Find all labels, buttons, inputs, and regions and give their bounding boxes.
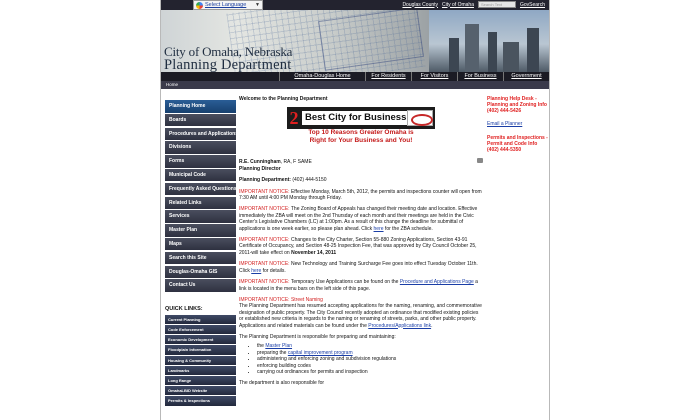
sidebar-item-boards[interactable]: Boards bbox=[165, 113, 236, 127]
responsibilities-list: the Master Plan preparing the capital im… bbox=[239, 343, 483, 375]
notice-text-end: for the ZBA schedule. bbox=[383, 225, 433, 232]
ad-header: 2 Best City for Business bbox=[287, 107, 435, 130]
quick-link-current-planning[interactable]: Current Planning bbox=[165, 314, 236, 325]
skyline-building bbox=[449, 38, 459, 72]
language-selector[interactable]: Select Language ▼ bbox=[193, 0, 263, 10]
language-label: Select Language bbox=[205, 2, 247, 8]
zba-schedule-link[interactable]: here bbox=[374, 226, 384, 232]
sidebar-item-maps[interactable]: Maps bbox=[165, 237, 236, 251]
responsibilities-intro: The Planning Department is responsible f… bbox=[239, 333, 396, 340]
sidebar-item-procedures[interactable]: Procedures and Applications bbox=[165, 127, 236, 141]
director-signature: R.E. Cunningham, RA, F SAME Planning Dir… bbox=[239, 159, 483, 172]
sidebar-item-contact-us[interactable]: Contact Us bbox=[165, 279, 236, 292]
notice-label: IMPORTANT NOTICE: bbox=[239, 237, 290, 244]
douglas-county-link[interactable]: Douglas County bbox=[402, 2, 438, 8]
main-nav: Omaha-Douglas Home For Residents For Vis… bbox=[161, 72, 549, 81]
quick-link-floodplain[interactable]: Floodplain Information bbox=[165, 345, 236, 355]
notice-zba: IMPORTANT NOTICE: The Zoning Board of Ap… bbox=[239, 206, 483, 232]
quick-link-permits[interactable]: Permits & Inspections bbox=[165, 396, 236, 406]
notice-counter-hours: IMPORTANT NOTICE: Effective Monday, Marc… bbox=[239, 189, 483, 202]
quick-link-omahalbid[interactable]: OmahaLBID Website bbox=[165, 386, 236, 396]
ad-subline-2: Right for Your Business and You! bbox=[309, 137, 413, 145]
department-phone: Planning Department: (402) 444-5150 bbox=[239, 177, 483, 183]
notice-label: IMPORTANT NOTICE: bbox=[239, 206, 290, 213]
sidebar-item-faq[interactable]: Frequently Asked Questions bbox=[165, 182, 236, 196]
nav-omaha-douglas-home[interactable]: Omaha-Douglas Home bbox=[279, 72, 365, 81]
permits-info: Permits and Inspections - Permit and Cod… bbox=[487, 134, 548, 154]
ad-headline: Best City for Business bbox=[302, 111, 410, 126]
skyline-building bbox=[527, 28, 539, 72]
breadcrumb-home[interactable]: Home bbox=[166, 82, 178, 87]
notice-city-charter: IMPORTANT NOTICE: Changes to the City Ch… bbox=[239, 237, 483, 256]
right-column: Planning Help Desk - Planning and Zoning… bbox=[487, 96, 549, 153]
sidebar-item-divisions[interactable]: Divisions bbox=[165, 141, 236, 154]
notice-text-end: for details. bbox=[261, 267, 286, 274]
google-translate-icon bbox=[196, 1, 203, 9]
chevron-down-icon: ▼ bbox=[255, 2, 260, 8]
nav-for-business[interactable]: For Business bbox=[457, 72, 503, 81]
sidebar-item-services[interactable]: Services bbox=[165, 210, 236, 223]
page-title: Welcome to the Planning Department bbox=[239, 96, 328, 102]
procedures-applications-link[interactable]: Procedure and Applications Page bbox=[400, 279, 474, 285]
notice-effective-date: November 14, 2011 bbox=[291, 249, 337, 256]
main-content: Welcome to the Planning Department 2 Bes… bbox=[239, 96, 483, 387]
page-container: Select Language ▼ Douglas County City of… bbox=[160, 0, 550, 420]
skyline-building bbox=[503, 42, 519, 72]
sidebar-item-search-site[interactable]: Search this Site bbox=[165, 251, 236, 265]
notice-label: IMPORTANT NOTICE: bbox=[239, 188, 290, 195]
quick-link-long-range[interactable]: Long Range bbox=[165, 375, 236, 386]
director-credentials: , RA, F SAME bbox=[280, 159, 312, 166]
help-desk-info: Planning Help Desk - Planning and Zoning… bbox=[487, 96, 547, 115]
quick-links-heading: QUICK LINKS: bbox=[165, 305, 203, 312]
breadcrumb: Home bbox=[161, 81, 549, 89]
header-banner: City of Omaha, Nebraska Planning Departm… bbox=[161, 10, 549, 72]
notice-temporary-use: IMPORTANT NOTICE: Temporary Use Applicat… bbox=[239, 279, 483, 292]
quick-link-landmarks[interactable]: Landmarks bbox=[165, 365, 236, 375]
sidebar: Planning Home Boards Procedures and Appl… bbox=[165, 100, 236, 407]
site-subtitle: Planning Department bbox=[164, 57, 292, 72]
director-title: Planning Director bbox=[239, 165, 281, 172]
quick-link-economic-development[interactable]: Economic Development bbox=[165, 335, 236, 345]
print-icon[interactable] bbox=[477, 158, 483, 163]
sidebar-item-forms[interactable]: Forms bbox=[165, 155, 236, 168]
ad-subline-1: Top 10 Reasons Greater Omaha is bbox=[308, 129, 414, 137]
procedures-applications-link-2[interactable]: Procedures/Applications link bbox=[368, 323, 431, 329]
phone-number: (402) 444-5150 bbox=[290, 177, 327, 184]
nav-for-visitors[interactable]: For Visitors bbox=[411, 72, 457, 81]
top-bar: Select Language ▼ Douglas County City of… bbox=[161, 0, 549, 10]
notice-label: IMPORTANT NOTICE: bbox=[239, 279, 290, 286]
notice-text: The Planning Department has resumed acce… bbox=[239, 303, 482, 329]
city-of-omaha-link[interactable]: City of Omaha bbox=[442, 2, 474, 8]
search-input[interactable]: Search Text bbox=[477, 1, 516, 8]
govsearch-button[interactable]: GovSearch bbox=[520, 2, 545, 8]
department-responsibilities-footer: The department is also responsible for bbox=[239, 380, 325, 387]
sidebar-item-planning-home[interactable]: Planning Home bbox=[165, 100, 236, 113]
surcharge-details-link[interactable]: here bbox=[251, 268, 261, 274]
notice-label: IMPORTANT NOTICE: bbox=[239, 261, 290, 268]
sidebar-item-master-plan[interactable]: Master Plan bbox=[165, 224, 236, 237]
top-links: Douglas County City of Omaha Search Text… bbox=[402, 1, 545, 8]
quick-link-housing[interactable]: Housing & Community bbox=[165, 355, 236, 365]
sidebar-item-gis[interactable]: Douglas-Omaha GIS bbox=[165, 265, 236, 279]
skyline-building bbox=[465, 24, 479, 72]
list-item: carrying out ordinances for permits and … bbox=[257, 369, 483, 375]
best-city-ad-banner[interactable]: 2 Best City for Business Top 10 Reasons … bbox=[287, 107, 435, 145]
master-plan-link[interactable]: Master Plan bbox=[265, 343, 292, 349]
nav-government[interactable]: Government bbox=[503, 72, 549, 81]
sidebar-item-related-links[interactable]: Related Links bbox=[165, 196, 236, 210]
notice-street-naming: IMPORTANT NOTICE: Street Naming The Plan… bbox=[239, 296, 482, 329]
notice-text: Temporary Use Applications can be found … bbox=[289, 279, 400, 286]
notice-surcharge: IMPORTANT NOTICE: New Technology and Tra… bbox=[239, 261, 483, 274]
director-name: R.E. Cunningham bbox=[239, 159, 281, 166]
notice-heading: IMPORTANT NOTICE: Street Naming bbox=[239, 296, 323, 303]
sidebar-item-municipal-code[interactable]: Municipal Code bbox=[165, 168, 236, 182]
capital-improvement-link[interactable]: capital improvement program bbox=[288, 350, 353, 356]
phone-label: Planning Department: bbox=[239, 177, 291, 184]
ad-rank-number: 2 bbox=[289, 108, 299, 129]
email-planner-link[interactable]: Email a Planner bbox=[487, 121, 549, 127]
nav-for-residents[interactable]: For Residents bbox=[365, 72, 411, 81]
skyline-building bbox=[488, 32, 497, 72]
quick-link-code-enforcement[interactable]: Code Enforcement bbox=[165, 325, 236, 335]
ad-logo-icon bbox=[407, 110, 433, 127]
